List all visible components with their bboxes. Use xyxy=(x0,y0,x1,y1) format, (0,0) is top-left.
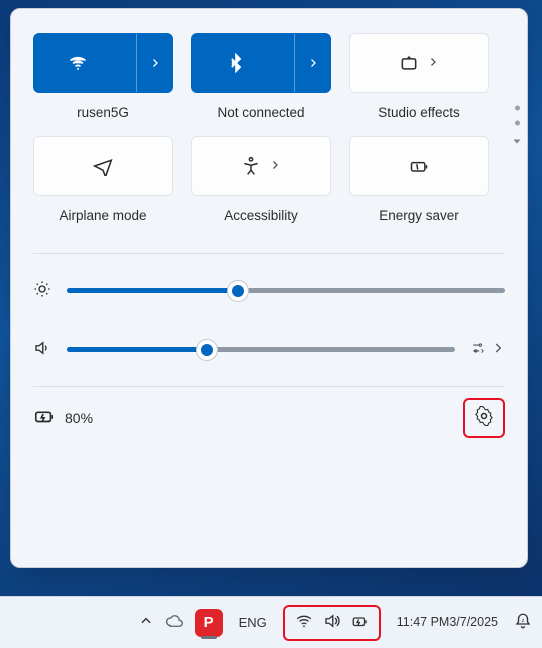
battery-status[interactable]: 80% xyxy=(33,405,93,430)
studio-effects-icon xyxy=(399,53,419,73)
wifi-tray-icon xyxy=(295,612,313,633)
sliders-section xyxy=(33,253,505,360)
bluetooth-label: Not connected xyxy=(217,105,304,120)
accessibility-label: Accessibility xyxy=(224,208,298,223)
flyout-footer: 80% xyxy=(33,386,505,448)
quick-tiles-grid: rusen5G Not connected xyxy=(33,33,485,223)
cloud-icon xyxy=(165,612,183,633)
wifi-label: rusen5G xyxy=(77,105,129,120)
energy-saver-icon xyxy=(409,156,429,176)
clock-date: 3/7/2025 xyxy=(449,615,498,631)
energy-saver-label: Energy saver xyxy=(379,208,459,223)
bluetooth-more-button[interactable] xyxy=(294,34,330,92)
gear-icon xyxy=(474,406,494,429)
language-indicator[interactable]: ENG xyxy=(235,605,271,641)
volume-slider[interactable] xyxy=(67,347,455,352)
accessibility-tile[interactable] xyxy=(191,136,331,196)
chevron-up-icon xyxy=(139,614,153,631)
studio-effects-tile[interactable] xyxy=(349,33,489,93)
notifications-button[interactable]: z xyxy=(514,605,532,641)
language-label: ENG xyxy=(239,615,267,630)
airplane-icon xyxy=(93,156,113,176)
bluetooth-toggle[interactable] xyxy=(192,34,280,92)
clock-time: 11:47 PM xyxy=(397,615,450,631)
pager-dot xyxy=(515,106,520,111)
p-app-icon: P xyxy=(195,609,223,637)
accessibility-icon xyxy=(241,156,261,176)
airplane-mode-label: Airplane mode xyxy=(59,208,146,223)
settings-button[interactable] xyxy=(463,398,505,438)
do-not-disturb-icon: z xyxy=(514,612,532,633)
energy-saver-tile[interactable] xyxy=(349,136,489,196)
volume-output-button[interactable] xyxy=(471,341,505,358)
wifi-toggle[interactable] xyxy=(34,34,122,92)
taskbar: P ENG 11:47 PM 3/7/2025 z xyxy=(0,596,542,648)
svg-text:z: z xyxy=(522,618,525,624)
wifi-more-button[interactable] xyxy=(136,34,172,92)
volume-icon xyxy=(33,339,51,360)
airplane-mode-tile[interactable] xyxy=(33,136,173,196)
app-tray-icon[interactable]: P xyxy=(195,605,223,641)
brightness-row xyxy=(33,280,505,301)
onedrive-tray[interactable] xyxy=(165,605,183,641)
system-tray-cluster[interactable] xyxy=(283,605,381,641)
clock[interactable]: 11:47 PM 3/7/2025 xyxy=(393,605,502,641)
quick-settings-flyout: rusen5G Not connected xyxy=(10,8,528,568)
audio-output-icon xyxy=(471,341,485,358)
chevron-right-icon xyxy=(427,56,439,71)
bluetooth-tile[interactable] xyxy=(191,33,331,93)
tray-overflow-button[interactable] xyxy=(139,605,153,641)
pager-down-icon[interactable] xyxy=(511,136,523,151)
pager-dot xyxy=(515,121,520,126)
bluetooth-icon xyxy=(226,53,246,73)
brightness-icon xyxy=(33,280,51,301)
studio-effects-label: Studio effects xyxy=(378,105,460,120)
wifi-tile[interactable] xyxy=(33,33,173,93)
chevron-right-icon xyxy=(269,159,281,174)
brightness-slider[interactable] xyxy=(67,288,505,293)
battery-tray-icon xyxy=(351,612,369,633)
wifi-icon xyxy=(68,53,88,73)
volume-tray-icon xyxy=(323,612,341,633)
chevron-right-icon xyxy=(491,341,505,358)
battery-charging-icon xyxy=(33,405,55,430)
tiles-pager[interactable] xyxy=(511,106,523,151)
battery-percent: 80% xyxy=(65,410,93,426)
volume-row xyxy=(33,339,505,360)
